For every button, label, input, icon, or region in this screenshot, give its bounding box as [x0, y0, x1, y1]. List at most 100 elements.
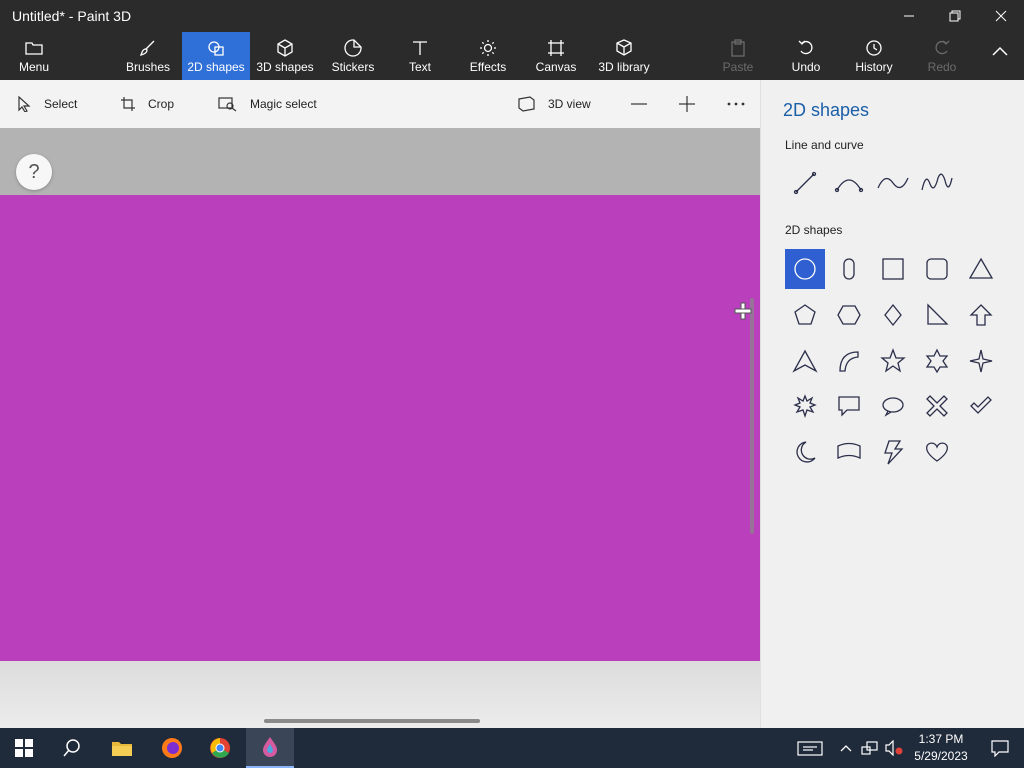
- tab-canvas[interactable]: Canvas: [530, 32, 582, 80]
- chrome-button[interactable]: [196, 728, 244, 768]
- volume-button[interactable]: [882, 728, 906, 768]
- heart-shape[interactable]: [917, 432, 957, 472]
- diamond-shape[interactable]: [873, 295, 913, 335]
- tab-brushes[interactable]: Brushes: [120, 32, 176, 80]
- more-options-button[interactable]: [726, 80, 746, 128]
- paint3d-taskbar-button[interactable]: [246, 728, 294, 768]
- line-icon: [793, 171, 817, 195]
- tab-2d-shapes[interactable]: 2D shapes: [182, 32, 250, 80]
- tab-3d-library[interactable]: 3D library: [594, 32, 654, 80]
- quarter-arc-shape[interactable]: [829, 341, 869, 381]
- menu-label: Menu: [18, 60, 50, 74]
- tab-3d-shapes[interactable]: 3D shapes: [252, 32, 318, 80]
- app-header: Untitled* - Paint 3D Menu Brushes 2D sha…: [0, 0, 1024, 80]
- chevron-arrow-icon: [792, 349, 818, 373]
- star-six-shape[interactable]: [917, 341, 957, 381]
- sub-toolbar: Select Crop Magic select 3D view: [0, 80, 760, 128]
- clock-date: 5/29/2023: [914, 749, 968, 763]
- pill-shape[interactable]: [829, 249, 869, 289]
- collapse-ribbon-button[interactable]: [984, 32, 1016, 80]
- burst-shape[interactable]: [785, 386, 825, 426]
- canvas-icon: [548, 40, 564, 56]
- select-button[interactable]: Select: [16, 80, 77, 128]
- circle-shape[interactable]: [785, 249, 825, 289]
- restore-button[interactable]: [932, 0, 978, 32]
- firefox-button[interactable]: [148, 728, 196, 768]
- arrow-up-shape[interactable]: [961, 295, 1001, 335]
- right-triangle-icon: [927, 303, 949, 325]
- clock[interactable]: 1:37 PM 5/29/2023: [906, 731, 976, 765]
- start-button[interactable]: [0, 728, 48, 768]
- arrow-up-icon: [969, 304, 993, 326]
- history-label: History: [855, 60, 893, 74]
- search-button[interactable]: [48, 728, 96, 768]
- zoom-out-button[interactable]: [630, 80, 648, 128]
- tab-text[interactable]: Text: [396, 32, 444, 80]
- text-icon: [413, 41, 427, 55]
- chrome-icon: [210, 738, 230, 758]
- triangle-shape[interactable]: [961, 249, 1001, 289]
- x-mark-shape[interactable]: [917, 386, 957, 426]
- redo-icon: [935, 40, 950, 55]
- network-button[interactable]: [858, 728, 882, 768]
- help-button[interactable]: ?: [16, 154, 52, 190]
- star-four-shape[interactable]: [961, 341, 1001, 381]
- sticker-icon: [344, 39, 362, 57]
- 3d-view-button[interactable]: 3D view: [518, 80, 591, 128]
- canvas-workspace[interactable]: ?: [0, 128, 760, 728]
- 3d-library-label: 3D library: [598, 60, 650, 74]
- minimize-button[interactable]: [886, 0, 932, 32]
- thought-bubble-shape[interactable]: [873, 386, 913, 426]
- star-five-shape[interactable]: [873, 341, 913, 381]
- rounded-square-shape[interactable]: [917, 249, 957, 289]
- square-shape[interactable]: [873, 249, 913, 289]
- vertical-scrollbar[interactable]: [750, 298, 754, 534]
- right-triangle-shape[interactable]: [917, 295, 957, 335]
- zoom-in-button[interactable]: [678, 80, 696, 128]
- star-four-icon: [969, 349, 993, 373]
- drawing-canvas[interactable]: [0, 195, 760, 661]
- crop-button[interactable]: Crop: [120, 80, 174, 128]
- speech-bubble-shape[interactable]: [829, 386, 869, 426]
- taskview-button[interactable]: [786, 728, 834, 768]
- moon-shape[interactable]: [785, 432, 825, 472]
- cursor-icon: [18, 96, 31, 112]
- pill-icon: [843, 258, 855, 280]
- notifications-button[interactable]: [976, 728, 1024, 768]
- s-curve-tool[interactable]: [873, 163, 913, 203]
- windows-icon: [15, 739, 33, 757]
- line-tool[interactable]: [785, 163, 825, 203]
- lightning-shape[interactable]: [873, 432, 913, 472]
- wave-curve-tool[interactable]: [917, 163, 957, 203]
- more-dots-icon: [727, 102, 745, 106]
- tab-stickers[interactable]: Stickers: [326, 32, 380, 80]
- undo-button[interactable]: Undo: [782, 32, 830, 80]
- file-explorer-button[interactable]: [98, 728, 146, 768]
- tab-effects[interactable]: Effects: [462, 32, 514, 80]
- x-mark-icon: [926, 395, 948, 417]
- sun-icon: [480, 40, 496, 56]
- tray-overflow-button[interactable]: [834, 728, 858, 768]
- hexagon-shape[interactable]: [829, 295, 869, 335]
- chevron-arrow-shape[interactable]: [785, 341, 825, 381]
- magic-select-button[interactable]: Magic select: [218, 80, 317, 128]
- pentagon-shape[interactable]: [785, 295, 825, 335]
- restore-icon: [949, 10, 961, 22]
- banner-shape[interactable]: [829, 432, 869, 472]
- close-button[interactable]: [978, 0, 1024, 32]
- redo-button[interactable]: Redo: [918, 32, 966, 80]
- notification-icon: [991, 740, 1009, 757]
- history-button[interactable]: History: [848, 32, 900, 80]
- curve-tool[interactable]: [829, 163, 869, 203]
- chevron-up-icon: [840, 745, 852, 752]
- wave-curve-icon: [921, 173, 953, 191]
- magic-select-label: Magic select: [250, 97, 317, 111]
- shapes-panel: 2D shapes Line and curve 2D shapes: [760, 80, 1024, 728]
- brushes-label: Brushes: [125, 60, 171, 74]
- checkmark-shape[interactable]: [961, 386, 1001, 426]
- menu-button[interactable]: Menu: [8, 32, 60, 80]
- magic-select-icon: [218, 97, 237, 112]
- undo-label: Undo: [791, 60, 821, 74]
- horizontal-scrollbar[interactable]: [264, 719, 480, 723]
- paste-button[interactable]: Paste: [714, 32, 762, 80]
